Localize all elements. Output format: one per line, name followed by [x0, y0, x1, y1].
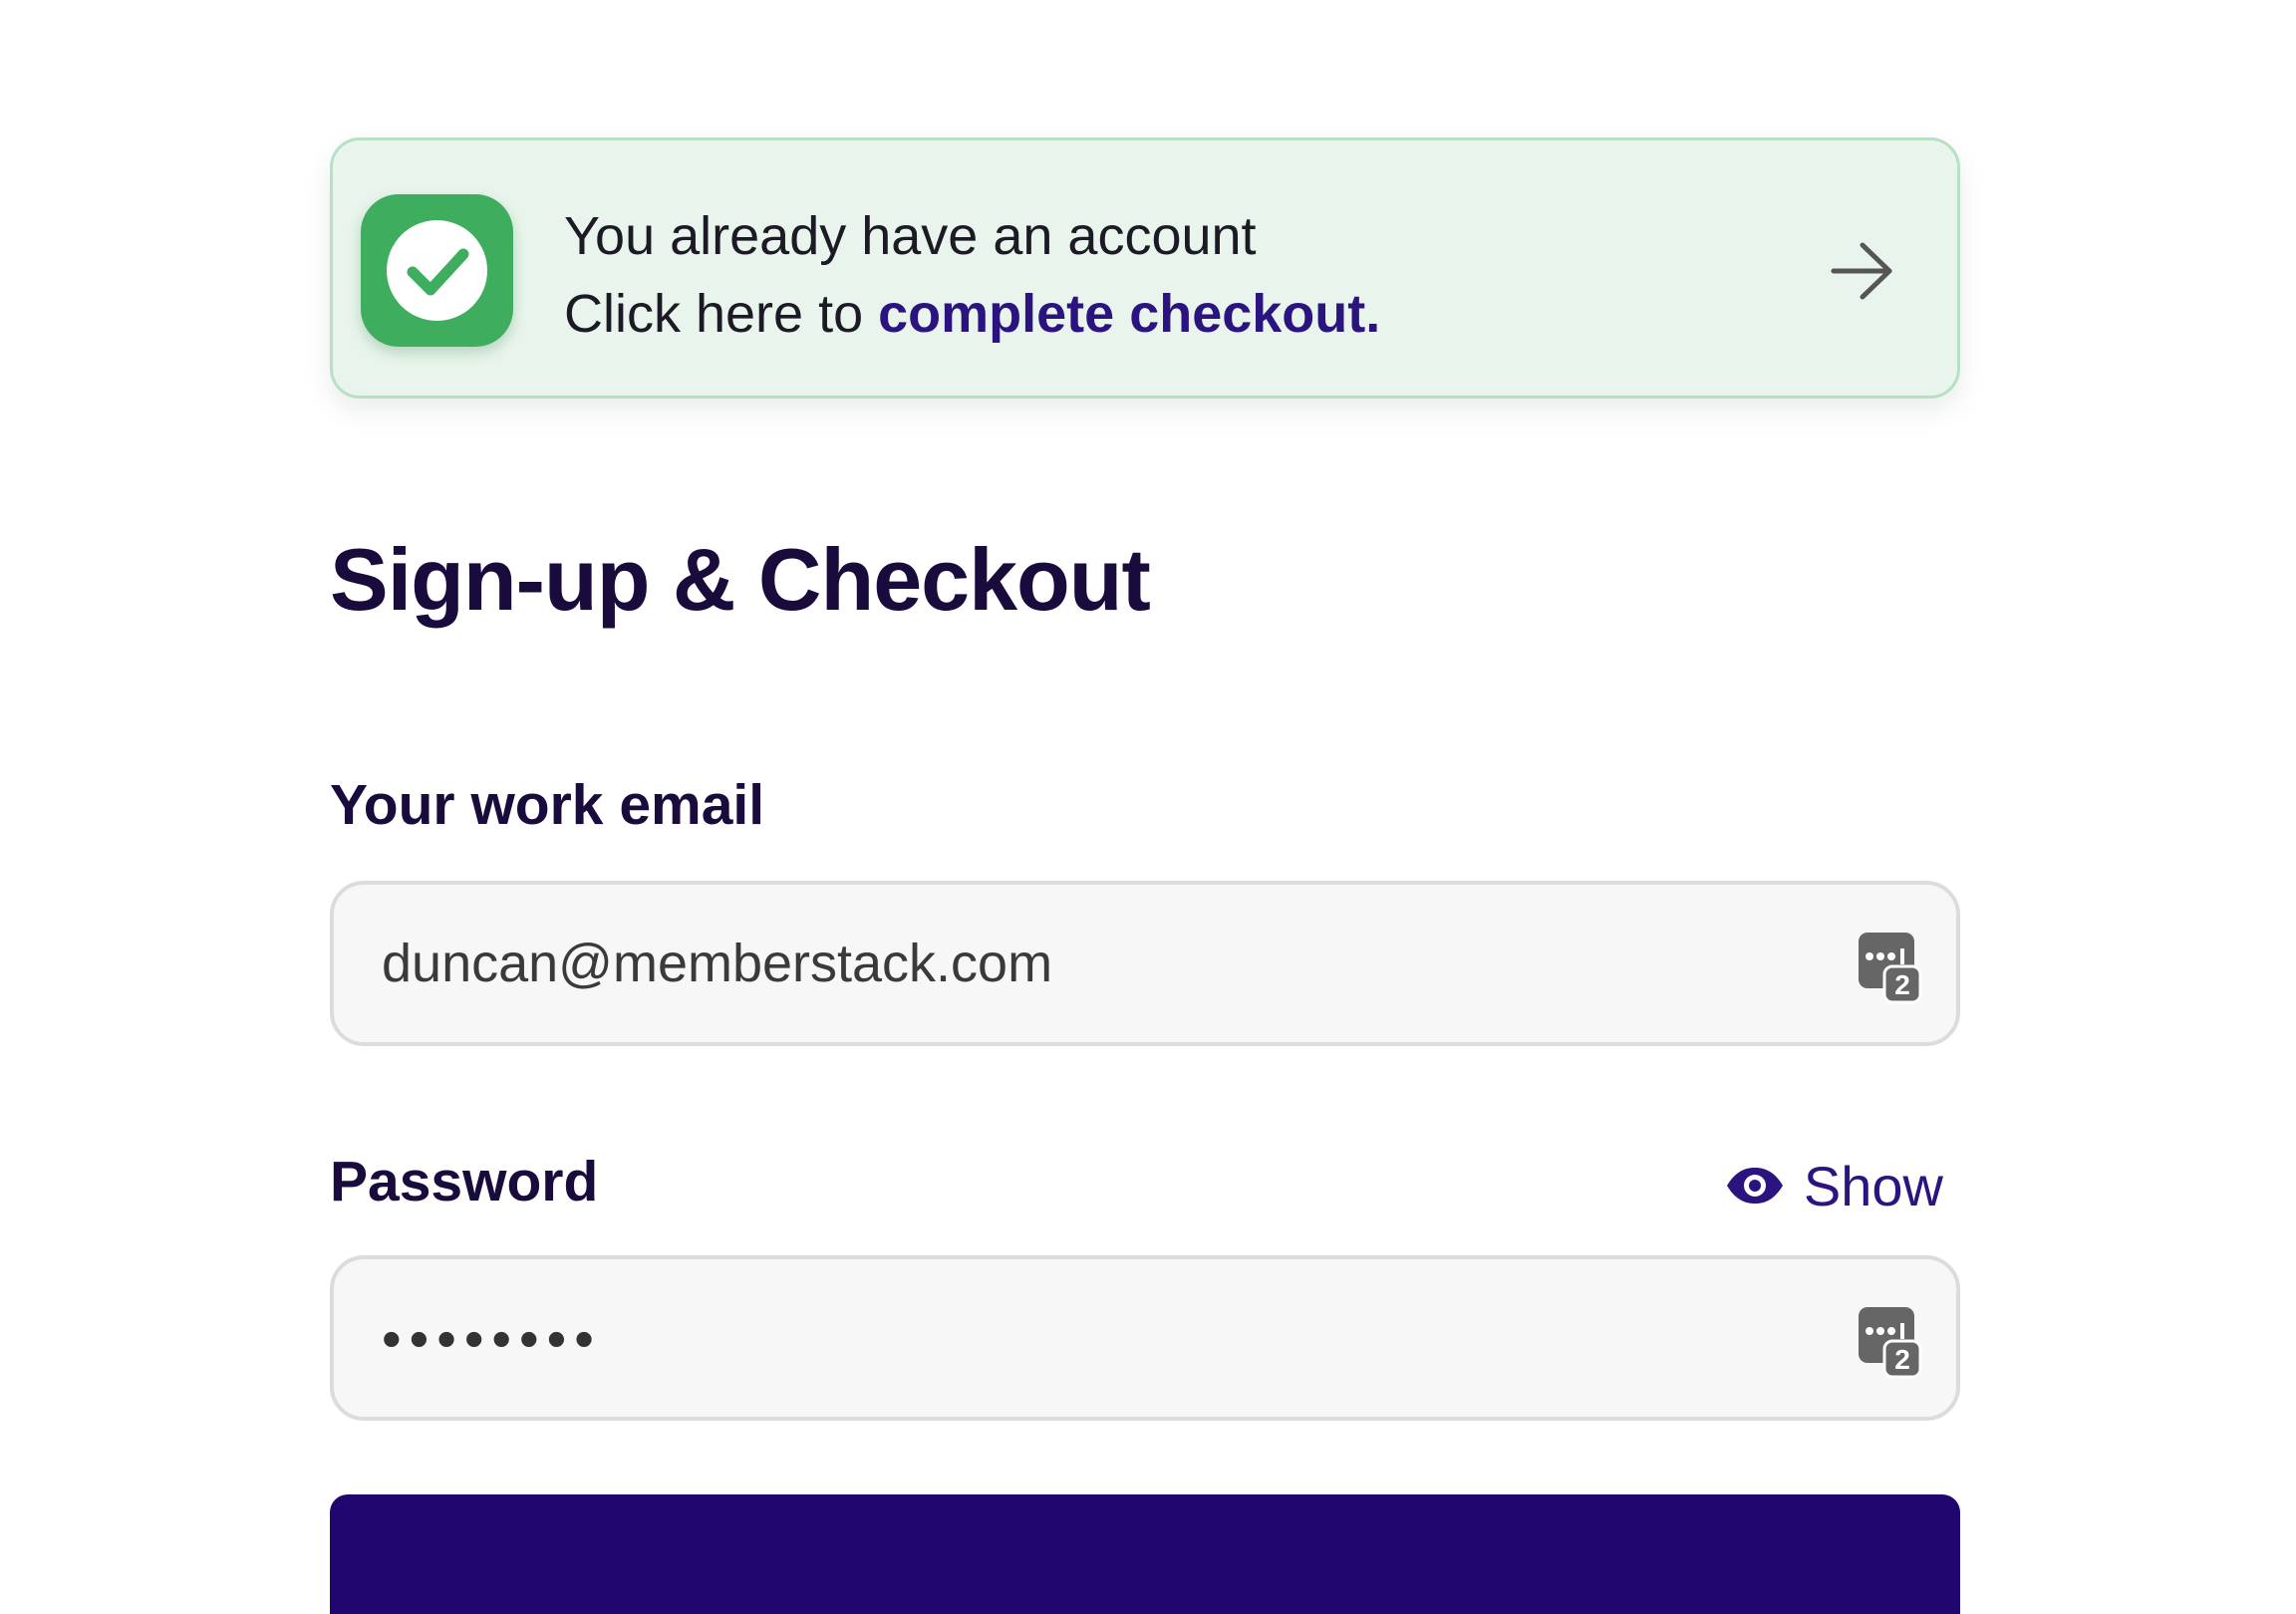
password-field[interactable] — [382, 1259, 1777, 1417]
show-password-label: Show — [1803, 1154, 1943, 1217]
arrow-right-icon[interactable] — [1830, 240, 1895, 302]
svg-text:2: 2 — [1894, 1344, 1910, 1375]
password-field-container: 2 — [330, 1255, 1960, 1421]
page-title: Sign-up & Checkout — [330, 530, 1151, 629]
password-label: Password — [330, 1150, 599, 1213]
email-label: Your work email — [330, 773, 765, 837]
eye-icon — [1726, 1168, 1783, 1204]
banner-message-prefix: Click here to — [564, 284, 879, 344]
password-manager-icon[interactable]: 2 — [1857, 1305, 1922, 1379]
email-field[interactable] — [382, 885, 1777, 1042]
svg-text:2: 2 — [1894, 969, 1910, 1000]
password-manager-icon[interactable]: 2 — [1857, 931, 1922, 1004]
show-password-toggle[interactable]: Show — [1724, 1154, 1943, 1217]
submit-button[interactable] — [330, 1494, 1960, 1614]
email-field-container: 2 — [330, 881, 1960, 1046]
banner-title: You already have an account — [564, 206, 1257, 266]
account-exists-banner[interactable]: You already have an account Click here t… — [330, 137, 1960, 399]
check-circle-icon — [361, 194, 513, 347]
complete-checkout-link[interactable]: complete checkout. — [878, 284, 1380, 344]
banner-message: Click here to complete checkout. — [564, 282, 1380, 346]
